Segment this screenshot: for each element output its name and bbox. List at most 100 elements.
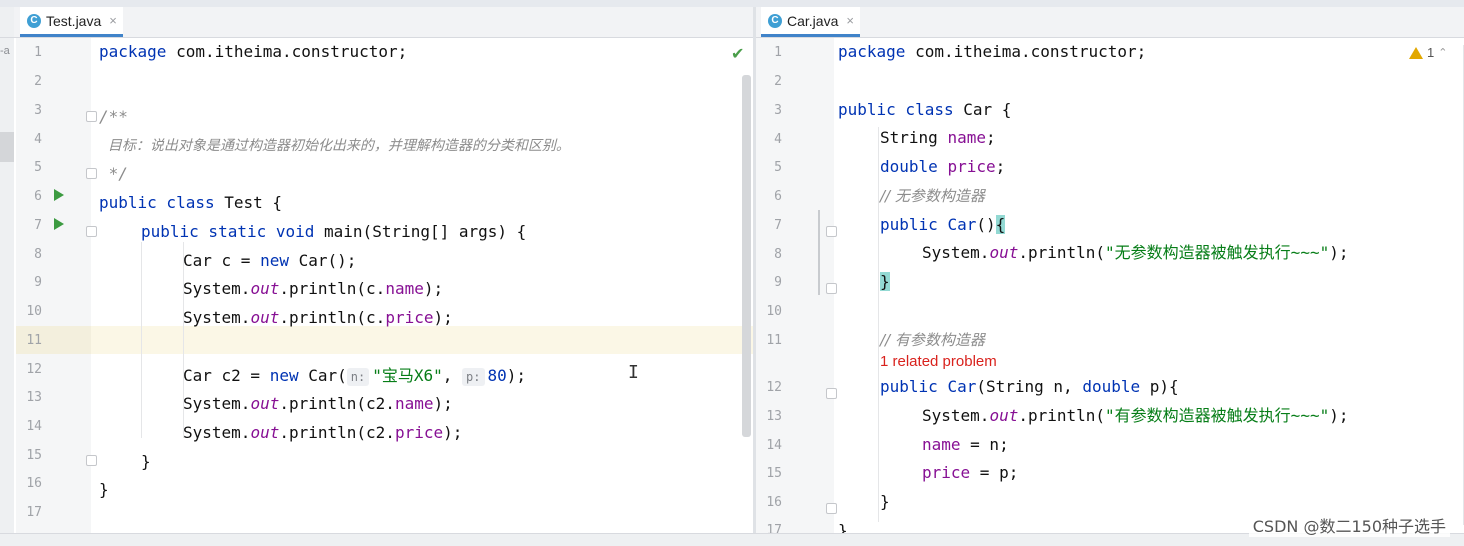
close-tab-icon[interactable]: × xyxy=(109,13,117,28)
warning-triangle-icon xyxy=(1409,46,1423,59)
line-number: 1 xyxy=(34,45,42,60)
line-number: 2 xyxy=(34,74,42,89)
line-number: 15 xyxy=(766,466,782,481)
run-class-icon[interactable] xyxy=(54,189,64,201)
code-line-16[interactable]: } xyxy=(880,488,890,516)
code-line-1[interactable]: package com.itheima.constructor; xyxy=(838,38,1146,66)
line-number: 15 xyxy=(26,448,42,463)
left-editor-pane: C Test.java × -a 1 2 3 4 5 6 7 8 9 10 11… xyxy=(0,7,753,533)
inspection-widget[interactable]: 1 ⌃ xyxy=(1409,45,1447,60)
line-number: 7 xyxy=(774,218,782,233)
code-line-14[interactable]: System.out.println(c2.price); xyxy=(183,419,462,447)
fold-icon[interactable] xyxy=(826,503,837,514)
side-panel-label: -a xyxy=(0,45,10,57)
right-tab-bar: C Car.java × xyxy=(756,7,1464,38)
close-tab-icon[interactable]: × xyxy=(846,13,854,28)
code-line-9[interactable]: System.out.println(c.name); xyxy=(183,275,443,303)
code-line-15[interactable]: } xyxy=(141,448,151,476)
fold-icon[interactable] xyxy=(86,226,97,237)
left-side-strip xyxy=(0,38,14,533)
line-number: 13 xyxy=(26,390,42,405)
line-number: 10 xyxy=(26,304,42,319)
class-icon: C xyxy=(27,13,41,28)
code-line-8[interactable]: Car c = new Car(); xyxy=(183,247,356,275)
code-line-16[interactable]: } xyxy=(99,476,109,504)
code-line-5[interactable]: double price; xyxy=(880,153,1005,181)
code-line-7[interactable]: public static void main(String[] args) { xyxy=(141,218,526,246)
code-line-9[interactable]: } xyxy=(880,268,890,296)
run-main-icon[interactable] xyxy=(54,218,64,230)
code-line-12[interactable]: public Car(String n, double p){ xyxy=(880,373,1179,401)
line-number: 16 xyxy=(766,495,782,510)
side-strip-marker[interactable] xyxy=(0,132,14,162)
code-line-4[interactable]: 目标：说出对象是通过构造器初始化出来的，并理解构造器的分类和区别。 xyxy=(99,132,570,160)
line-number: 2 xyxy=(774,74,782,89)
parameter-hint: n: xyxy=(346,368,370,386)
line-number: 8 xyxy=(34,247,42,262)
fold-icon[interactable] xyxy=(86,168,97,179)
code-line-7[interactable]: public Car(){ xyxy=(880,211,1006,239)
code-line-8[interactable]: System.out.println("无参数构造器被触发执行~~~"); xyxy=(922,239,1348,267)
line-number: 11 xyxy=(766,333,782,348)
line-number: 12 xyxy=(26,362,42,377)
line-number: 9 xyxy=(774,275,782,290)
tab-label: Car.java xyxy=(787,12,839,29)
code-line-6[interactable]: public class Test { xyxy=(99,189,282,217)
window-top-strip xyxy=(0,0,1464,7)
code-line-11[interactable]: // 有参数构造器 xyxy=(880,326,985,354)
code-line-5[interactable]: */ xyxy=(99,160,128,188)
tab-car-java[interactable]: C Car.java × xyxy=(761,7,860,37)
matched-brace: } xyxy=(880,272,890,291)
parameter-hint: p: xyxy=(462,368,485,386)
code-line-13[interactable]: System.out.println("有参数构造器被触发执行~~~"); xyxy=(922,402,1348,430)
code-line-13[interactable]: System.out.println(c2.name); xyxy=(183,390,453,418)
chevron-up-icon: ⌃ xyxy=(1438,47,1448,59)
code-line-4[interactable]: String name; xyxy=(880,124,996,152)
text-cursor-icon: I xyxy=(628,362,639,383)
line-number: 6 xyxy=(34,189,42,204)
line-number: 14 xyxy=(766,438,782,453)
fold-icon[interactable] xyxy=(826,388,837,399)
collapsed-panel-edge[interactable] xyxy=(0,7,14,37)
line-number: 5 xyxy=(34,160,42,175)
code-line-6[interactable]: // 无参数构造器 xyxy=(880,182,985,210)
left-tab-bar: C Test.java × xyxy=(0,7,753,38)
tab-test-java[interactable]: C Test.java × xyxy=(20,7,123,37)
line-number: 1 xyxy=(774,45,782,60)
code-line-15[interactable]: price = p; xyxy=(922,459,1018,487)
line-number: 12 xyxy=(766,380,782,395)
code-line-14[interactable]: name = n; xyxy=(922,431,1009,459)
line-number: 14 xyxy=(26,419,42,434)
line-number: 3 xyxy=(774,103,782,118)
fold-icon[interactable] xyxy=(826,226,837,237)
line-number: 13 xyxy=(766,409,782,424)
line-number: 6 xyxy=(774,189,782,204)
code-line-3[interactable]: /** xyxy=(99,103,128,131)
line-number: 10 xyxy=(766,304,782,319)
vertical-scrollbar[interactable] xyxy=(742,75,751,437)
indent-guide xyxy=(141,242,142,438)
fold-icon[interactable] xyxy=(826,283,837,294)
line-number: 4 xyxy=(774,132,782,147)
indent-guide xyxy=(878,127,879,522)
class-icon: C xyxy=(768,13,782,28)
bottom-status-strip xyxy=(0,533,1464,546)
fold-icon[interactable] xyxy=(86,111,97,122)
line-number: 16 xyxy=(26,476,42,491)
code-line-3[interactable]: public class Car { xyxy=(838,96,1011,124)
code-line-1[interactable]: package com.itheima.constructor; xyxy=(99,38,407,66)
line-number: 4 xyxy=(34,132,42,147)
code-line-12[interactable]: Car c2 = new Car(n: "宝马X6", p: 80); xyxy=(183,362,526,390)
line-number: 3 xyxy=(34,103,42,118)
related-problem-link[interactable]: 1 related problem xyxy=(880,353,997,370)
matched-brace: { xyxy=(995,215,1006,234)
fold-icon[interactable] xyxy=(86,455,97,466)
watermark: CSDN @数二150种子选手 xyxy=(1248,513,1450,537)
line-number: 9 xyxy=(34,275,42,290)
code-line-10[interactable]: System.out.println(c.price); xyxy=(183,304,453,332)
check-icon[interactable]: ✔ xyxy=(731,44,744,63)
line-number: 7 xyxy=(34,218,42,233)
change-marker[interactable] xyxy=(818,210,820,295)
line-number: 8 xyxy=(774,247,782,262)
code-line-17[interactable]: } xyxy=(838,517,848,533)
